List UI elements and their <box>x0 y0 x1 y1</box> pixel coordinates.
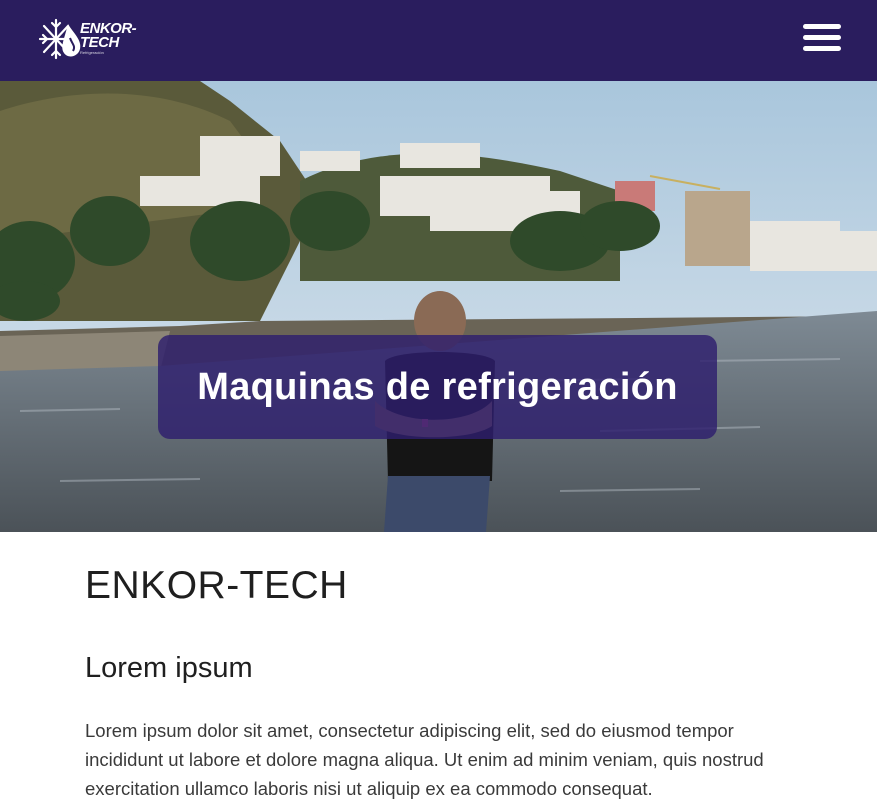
hero-background-image <box>0 81 877 532</box>
logo-tagline: Refrigeración <box>80 50 104 55</box>
body-paragraph: Lorem ipsum dolor sit amet, consectetur … <box>85 720 764 799</box>
snowflake-drop-icon <box>38 18 81 60</box>
section-heading: Lorem ipsum <box>85 652 253 684</box>
hero-banner: Maquinas de refrigeración <box>0 81 877 532</box>
top-navbar: ENKOR- TECH Refrigeración <box>0 0 877 81</box>
logo-wordmark: ENKOR- TECH Refrigeración <box>80 21 137 56</box>
hero-title-box: Maquinas de refrigeración <box>158 335 717 439</box>
logo-text-line2: TECH <box>80 34 119 51</box>
logo[interactable]: ENKOR- TECH Refrigeración <box>38 15 148 63</box>
hamburger-menu-icon[interactable] <box>803 24 841 52</box>
hero-title: Maquinas de refrigeración <box>197 365 678 408</box>
brand-heading: ENKOR-TECH <box>85 564 348 607</box>
